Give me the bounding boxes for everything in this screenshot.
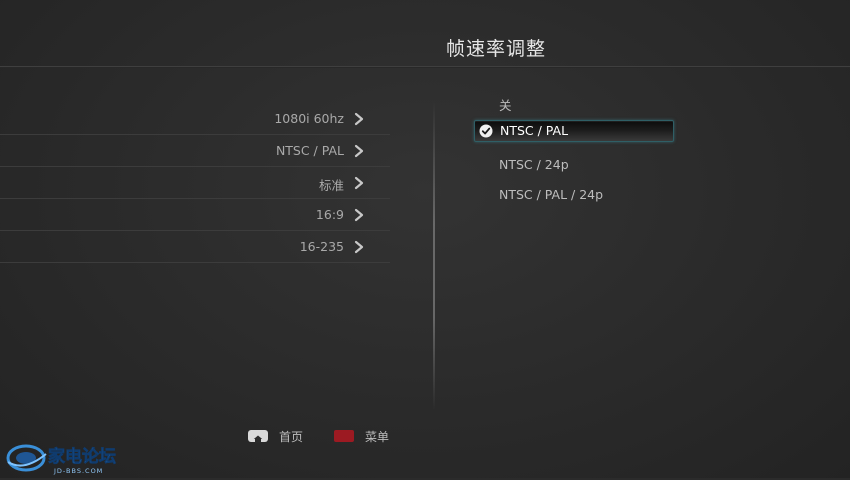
- option-label: NTSC / PAL: [500, 123, 569, 138]
- setting-row-aspect-ratio[interactable]: 16:9: [0, 199, 390, 231]
- tv-settings-screen: 帧速率调整 1080i 60hz NTSC / PAL 标准 16:9 16-2…: [0, 0, 850, 478]
- chevron-right-icon: [354, 240, 364, 254]
- setting-value-resolution: 1080i 60hz: [274, 111, 344, 126]
- home-label: 首页: [279, 430, 304, 444]
- watermark-url: JD-BBS.COM: [53, 467, 103, 475]
- menu-label: 菜单: [365, 430, 390, 444]
- page-title: 帧速率调整: [446, 38, 547, 60]
- option-off[interactable]: 关: [474, 90, 674, 120]
- setting-value-frame-rate: NTSC / PAL: [275, 143, 344, 158]
- home-button-icon[interactable]: [248, 430, 268, 443]
- chevron-right-icon: [354, 176, 364, 190]
- setting-row-resolution[interactable]: 1080i 60hz: [0, 103, 390, 135]
- watermark-logo: 家电论坛 JD-BBS.COM: [4, 438, 130, 476]
- setting-row-color-range[interactable]: 16-235: [0, 231, 390, 263]
- chevron-right-icon: [354, 112, 364, 126]
- watermark-text: 家电论坛: [48, 446, 116, 467]
- frame-rate-options: 关 NTSC / PAL NTSC / 24p NTSC / PAL / 24p: [474, 90, 674, 212]
- option-label: NTSC / PAL / 24p: [499, 187, 604, 202]
- chevron-right-icon: [354, 208, 364, 222]
- setting-row-picture-mode[interactable]: 标准: [0, 167, 390, 199]
- option-ntsc-pal[interactable]: NTSC / PAL: [474, 120, 674, 142]
- option-ntsc-pal-24p[interactable]: NTSC / PAL / 24p: [474, 182, 674, 212]
- checkmark-icon: [479, 124, 493, 138]
- settings-list: 1080i 60hz NTSC / PAL 标准 16:9 16-235: [0, 103, 390, 263]
- setting-value-aspect-ratio: 16:9: [315, 207, 344, 222]
- forum-logo: 家电论坛 JD-BBS.COM: [6, 444, 116, 475]
- setting-row-frame-rate[interactable]: NTSC / PAL: [0, 135, 390, 167]
- home-icon: [253, 435, 263, 443]
- header-divider: [0, 66, 850, 68]
- setting-value-picture-mode: 标准: [318, 178, 344, 193]
- option-label: NTSC / 24p: [499, 157, 569, 172]
- option-ntsc-24p[interactable]: NTSC / 24p: [474, 152, 674, 182]
- vertical-divider: [433, 100, 435, 410]
- setting-value-color-range: 16-235: [299, 239, 344, 254]
- option-label: 关: [499, 98, 512, 113]
- header: 帧速率调整: [0, 0, 850, 68]
- menu-button-icon[interactable]: [334, 430, 354, 442]
- chevron-right-icon: [354, 144, 364, 158]
